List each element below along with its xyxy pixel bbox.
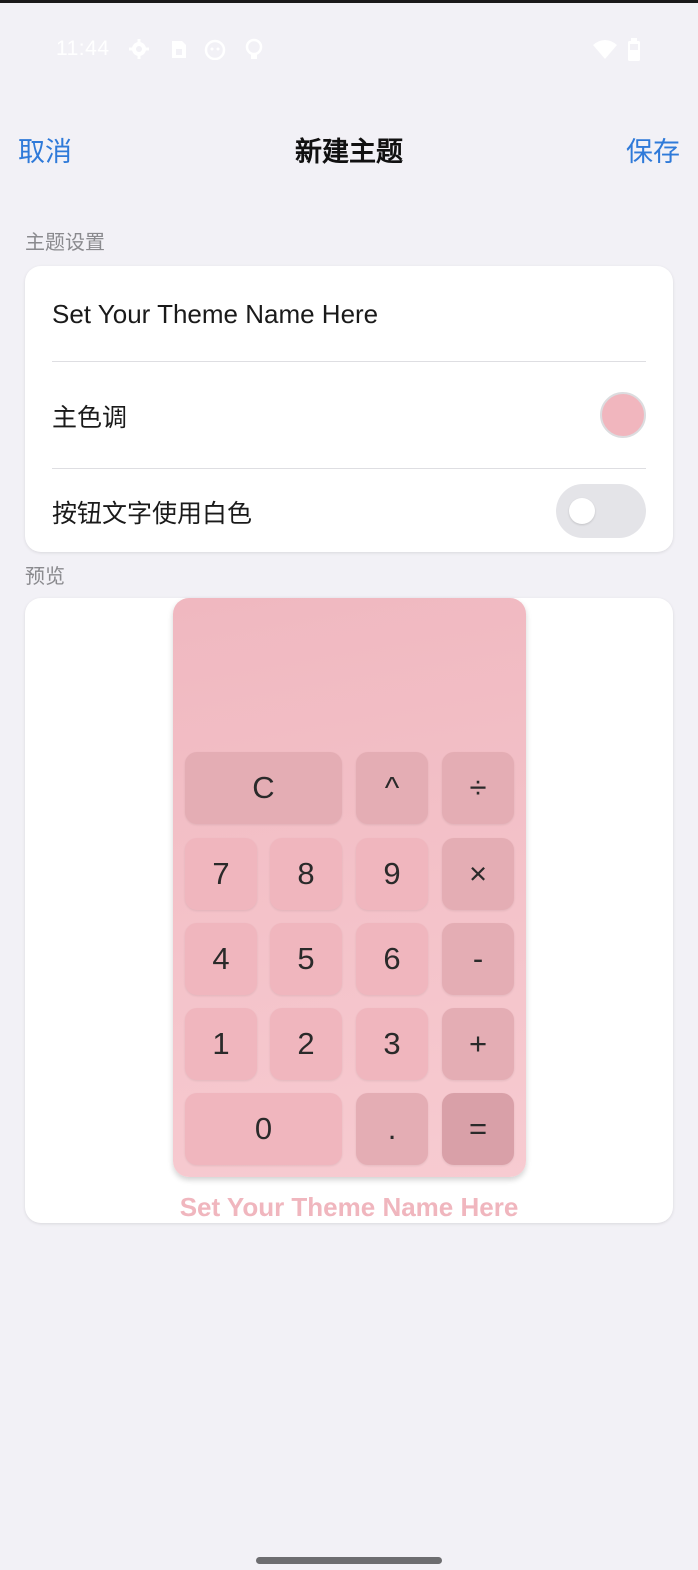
navigation-bar: 取消 新建主题 保存 <box>0 118 698 178</box>
wifi-icon <box>592 38 617 60</box>
white-text-toggle[interactable] <box>556 484 646 538</box>
key-multiply[interactable]: × <box>442 838 514 910</box>
face-icon <box>203 38 226 61</box>
key-2[interactable]: 2 <box>270 1008 342 1080</box>
toggle-knob <box>569 498 595 524</box>
key-clear[interactable]: C <box>185 752 342 824</box>
gear-icon <box>128 38 150 60</box>
key-minus[interactable]: - <box>442 923 514 995</box>
white-text-label: 按钮文字使用白色 <box>52 499 253 528</box>
battery-icon <box>627 38 649 61</box>
calculator-preview: C ^ ÷ 7 8 9 × 4 5 6 - 1 2 3 + 0 . = <box>173 598 526 1177</box>
key-plus[interactable]: + <box>442 1008 514 1080</box>
key-8[interactable]: 8 <box>270 838 342 910</box>
home-indicator[interactable] <box>256 1557 442 1564</box>
key-power[interactable]: ^ <box>356 752 428 824</box>
key-6[interactable]: 6 <box>356 923 428 995</box>
preview-section-label: 预览 <box>25 564 65 588</box>
primary-color-row[interactable]: 主色调 <box>52 396 646 436</box>
preview-theme-name: Set Your Theme Name Here <box>179 1192 519 1222</box>
key-5[interactable]: 5 <box>270 923 342 995</box>
theme-settings-section-label: 主题设置 <box>25 230 105 254</box>
status-time: 11:44 <box>56 37 110 60</box>
key-1[interactable]: 1 <box>185 1008 257 1080</box>
key-0[interactable]: 0 <box>185 1093 342 1165</box>
save-button[interactable]: 保存 <box>626 130 680 169</box>
key-equals[interactable]: = <box>442 1093 514 1165</box>
sim-icon <box>168 38 190 60</box>
primary-color-label: 主色调 <box>52 403 128 432</box>
key-3[interactable]: 3 <box>356 1008 428 1080</box>
key-4[interactable]: 4 <box>185 923 257 995</box>
theme-name-input[interactable] <box>52 294 642 334</box>
divider <box>52 361 646 362</box>
key-7[interactable]: 7 <box>185 838 257 910</box>
key-9[interactable]: 9 <box>356 838 428 910</box>
divider <box>52 468 646 469</box>
key-dot[interactable]: . <box>356 1093 428 1165</box>
theme-settings-card: 主色调 按钮文字使用白色 <box>25 266 673 552</box>
status-bar: 11:44 <box>0 26 698 72</box>
primary-color-swatch[interactable] <box>600 392 646 438</box>
preview-card: C ^ ÷ 7 8 9 × 4 5 6 - 1 2 3 + 0 . = Set … <box>25 598 673 1223</box>
key-divide[interactable]: ÷ <box>442 752 514 824</box>
page-title: 新建主题 <box>295 137 403 168</box>
top-edge <box>0 0 698 3</box>
bulb-icon <box>243 38 265 60</box>
